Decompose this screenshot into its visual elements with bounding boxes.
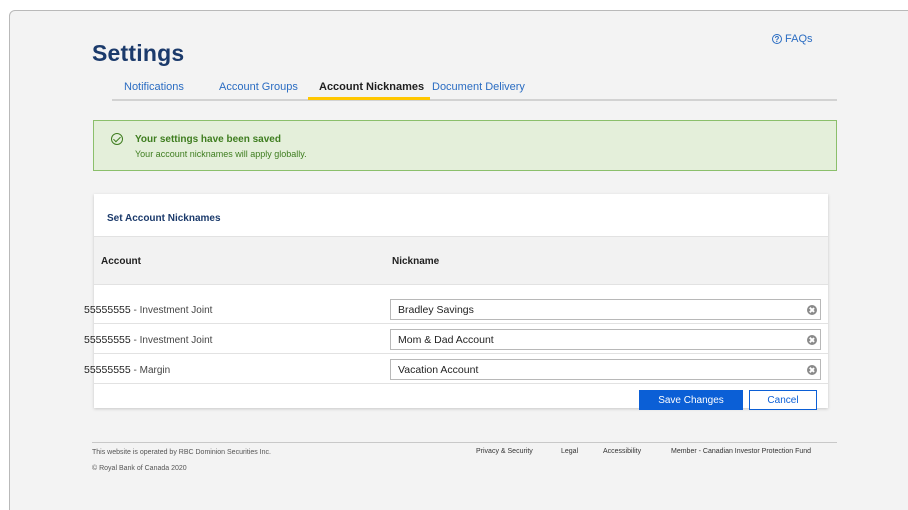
alert-text: Your account nicknames will apply global…: [135, 149, 307, 159]
faqs-link[interactable]: ? FAQs: [772, 33, 813, 45]
nickname-input[interactable]: [390, 299, 821, 320]
account-number: 55555555: [84, 334, 131, 346]
app-window: Settings ? FAQs Notifications Account Gr…: [9, 10, 908, 510]
nicknames-card: Set Account Nicknames Account Nickname 5…: [84, 194, 828, 410]
footer-link-legal[interactable]: Legal: [561, 448, 578, 455]
footer-link-accessibility[interactable]: Accessibility: [603, 448, 641, 455]
settings-tabs: Notifications Account Groups Account Nic…: [112, 69, 837, 101]
clear-input-icon[interactable]: [807, 305, 817, 315]
account-number: 55555555: [84, 304, 131, 316]
account-type: Investment Joint: [139, 305, 213, 316]
check-circle-icon: [111, 133, 123, 145]
account-number: 55555555: [84, 364, 131, 376]
table-row: 55555555 - Margin: [84, 355, 828, 384]
account-type: Investment Joint: [139, 335, 213, 346]
page-title: Settings: [92, 40, 185, 66]
table-header: Account Nickname: [94, 236, 828, 285]
clear-input-icon[interactable]: [807, 335, 817, 345]
clear-input-icon[interactable]: [807, 365, 817, 375]
tab-account-groups[interactable]: Account Groups: [219, 81, 298, 93]
save-changes-button[interactable]: Save Changes: [639, 390, 743, 410]
question-circle-icon: ?: [772, 34, 782, 44]
active-tab-indicator: [308, 97, 430, 100]
account-cell: 55555555 - Investment Joint: [84, 304, 212, 316]
operated-by-text: This website is operated by RBC Dominion…: [92, 449, 271, 456]
account-cell: 55555555 - Margin: [84, 364, 170, 376]
footer-link-cipf[interactable]: Member - Canadian Investor Protection Fu…: [671, 448, 811, 455]
cancel-button[interactable]: Cancel: [749, 390, 817, 410]
tab-notifications[interactable]: Notifications: [124, 81, 184, 93]
faqs-label: FAQs: [785, 33, 813, 45]
tab-document-delivery[interactable]: Document Delivery: [432, 81, 525, 93]
tab-account-nicknames[interactable]: Account Nicknames: [319, 81, 424, 93]
column-header-nickname: Nickname: [392, 256, 440, 267]
success-alert: Your settings have been saved Your accou…: [93, 120, 837, 171]
table-row: 55555555 - Investment Joint: [84, 295, 828, 324]
nickname-input[interactable]: [390, 359, 821, 380]
account-cell: 55555555 - Investment Joint: [84, 334, 212, 346]
card-title: Set Account Nicknames: [107, 213, 221, 224]
footer-link-privacy[interactable]: Privacy & Security: [476, 448, 533, 455]
table-row: 55555555 - Investment Joint: [84, 325, 828, 354]
page-footer: This website is operated by RBC Dominion…: [92, 442, 837, 472]
nickname-input[interactable]: [390, 329, 821, 350]
copyright-text: © Royal Bank of Canada 2020: [92, 465, 187, 472]
account-type: Margin: [139, 365, 171, 376]
alert-title: Your settings have been saved: [135, 134, 281, 145]
column-header-account: Account: [101, 256, 141, 267]
